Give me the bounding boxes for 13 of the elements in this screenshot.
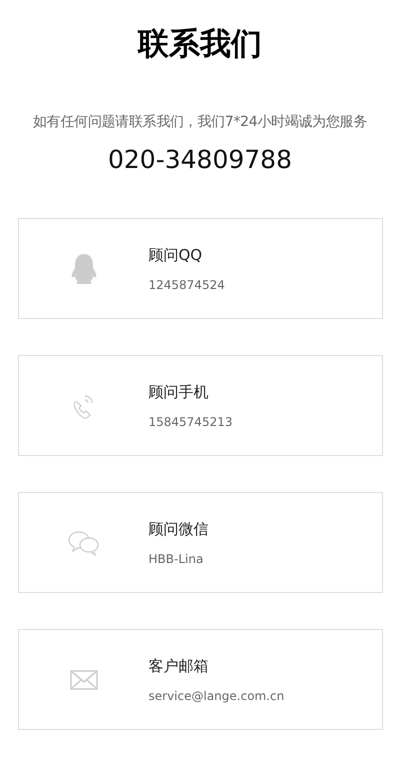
contact-value: service@lange.com.cn [148,688,284,704]
contact-label: 顾问QQ [148,244,204,264]
contact-value: 15845745213 [148,414,232,430]
contact-label: 顾问微信 [148,518,208,538]
chat-bubbles-icon [68,530,100,556]
contact-label: 顾问手机 [148,382,210,402]
page-title: 联系我们 [138,25,262,64]
contact-value: HBB-Lina [148,550,204,566]
intro-text: 如有任何问题请联系我们，我们7*24小时竭诚为您服务 [33,113,367,132]
envelope-icon [70,670,98,690]
contact-value: 1245874524 [148,276,225,292]
hotline-number: 020-34809788 [108,144,292,176]
contact-label: 客户邮箱 [148,656,210,676]
